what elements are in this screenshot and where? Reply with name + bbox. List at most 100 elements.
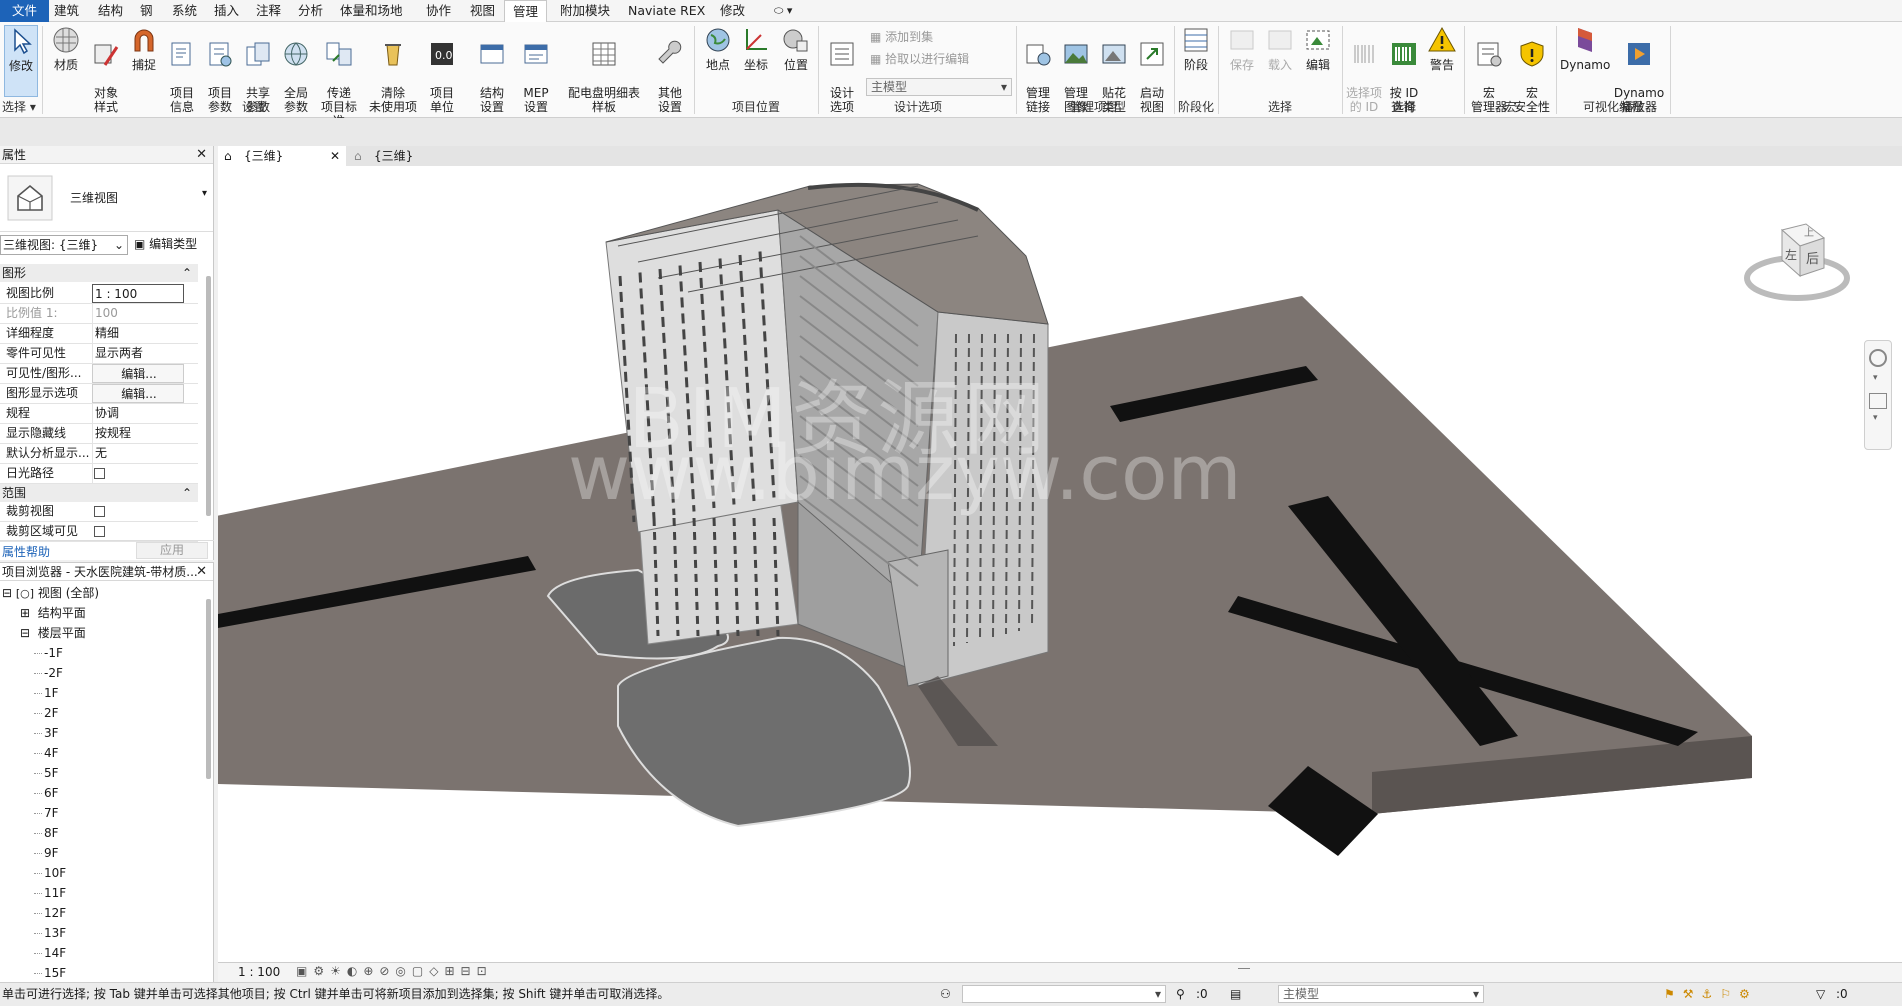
floor-plan-item[interactable]: 12F	[34, 903, 66, 923]
tab-options-dropdown-icon[interactable]: ⬭ ▾	[766, 0, 800, 22]
floor-plan-item[interactable]: 13F	[34, 923, 66, 943]
mep-settings-button[interactable]: MEP 设置	[518, 25, 554, 114]
floor-plan-item[interactable]: 5F	[34, 763, 59, 783]
add-to-set-button[interactable]: ▦ 添加到集	[870, 28, 933, 46]
view-control-icons[interactable]: ▣⚙☀◐⊕⊘◎▢◇⊞⊟⊡	[296, 964, 493, 978]
floor-plan-item[interactable]: -1F	[34, 643, 63, 663]
workset-combo[interactable]: ▾	[962, 985, 1166, 1003]
design-option-status-icon[interactable]: ▤	[1230, 983, 1241, 1005]
pick-to-edit-button[interactable]: ▦ 拾取以进行编辑	[870, 50, 969, 68]
view-tab-3d-active[interactable]: ⌂ {三维} ✕	[218, 146, 346, 166]
property-value[interactable]: 1 : 100	[92, 284, 184, 303]
property-value[interactable]: 按规程	[92, 424, 184, 443]
dynamo-button[interactable]: Dynamo	[1560, 25, 1610, 72]
structural-settings-button[interactable]: 结构 设置	[474, 25, 510, 114]
snaps-button[interactable]: 捕捉	[126, 25, 162, 72]
save-selection-button[interactable]: 保存	[1224, 25, 1260, 72]
property-value[interactable]: 编辑...	[92, 364, 184, 383]
filter-icon[interactable]: ▽	[1816, 983, 1825, 1005]
tab-architecture[interactable]: 建筑	[46, 0, 87, 22]
extent-checkbox[interactable]	[94, 526, 105, 537]
apply-button[interactable]: 应用	[136, 542, 208, 559]
browser-scrollbar[interactable]	[206, 599, 211, 779]
floor-plan-item[interactable]: 8F	[34, 823, 59, 843]
property-value[interactable]: 精细	[92, 324, 184, 343]
panel-schedule-templates-button[interactable]: 配电盘明细表 样板	[566, 25, 642, 114]
warnings-button[interactable]: 警告	[1424, 25, 1460, 72]
type-dropdown-icon[interactable]: ▾	[202, 188, 207, 199]
close-browser-icon[interactable]: ✕	[196, 563, 207, 581]
graphics-section-header[interactable]: 图形 ⌃	[0, 264, 198, 282]
property-value[interactable]: 100	[92, 304, 184, 323]
design-option-combo[interactable]: 主模型 ▾	[866, 78, 1012, 96]
edit-selection-button[interactable]: 编辑	[1300, 25, 1336, 72]
floor-plan-item[interactable]: 2F	[34, 703, 59, 723]
tab-file[interactable]: 文件	[0, 0, 50, 22]
selection-toggle-icons[interactable]: ⚑⚒⚓⚐⚙	[1664, 983, 1758, 1005]
tab-annotate[interactable]: 注释	[248, 0, 289, 22]
view-scale[interactable]: 1 : 100	[238, 965, 280, 979]
tree-root-views[interactable]: ⊟ [○] 视图 (全部)	[2, 583, 99, 603]
tab-modify[interactable]: 修改	[712, 0, 753, 22]
tab-view[interactable]: 视图	[462, 0, 503, 22]
property-value[interactable]	[92, 464, 184, 483]
tab-massing-site[interactable]: 体量和场地	[332, 0, 411, 22]
properties-scrollbar[interactable]	[206, 276, 211, 516]
edit-type-button[interactable]: ▣ 编辑类型	[134, 235, 197, 255]
tree-floor-plans[interactable]: ⊟ 楼层平面	[20, 623, 86, 643]
floor-plan-item[interactable]: 14F	[34, 943, 66, 963]
tab-analyze[interactable]: 分析	[290, 0, 331, 22]
viewcube[interactable]: 上 左 后	[1742, 220, 1852, 310]
tab-collaborate[interactable]: 协作	[418, 0, 459, 22]
editable-only-icon[interactable]: ⚲	[1176, 983, 1185, 1005]
close-properties-icon[interactable]: ✕	[196, 146, 207, 164]
property-value[interactable]: 显示两者	[92, 344, 184, 363]
load-selection-button[interactable]: 载入	[1262, 25, 1298, 72]
3d-viewport[interactable]: BIM资源网 www.bimzyw.com 上 左 后 ▾ ▾	[218, 166, 1902, 962]
materials-button[interactable]: 材质	[48, 25, 84, 72]
extent-checkbox[interactable]	[94, 506, 105, 517]
tab-addins[interactable]: 附加模块	[552, 0, 618, 22]
steering-wheel-icon[interactable]	[1869, 349, 1887, 367]
floor-plan-item[interactable]: 6F	[34, 783, 59, 803]
additional-settings-button[interactable]: 其他 设置	[652, 25, 688, 114]
tab-structure[interactable]: 结构	[90, 0, 131, 22]
globe-location-icon	[706, 28, 730, 52]
view-tab-3d-second[interactable]: ⌂ {三维}	[348, 146, 458, 166]
phases-button[interactable]: 阶段	[1178, 25, 1214, 72]
tab-naviate-rex[interactable]: Naviate REX	[620, 0, 713, 22]
floor-plan-item[interactable]: 3F	[34, 723, 59, 743]
modify-button[interactable]: 修改	[4, 25, 38, 97]
tab-manage[interactable]: 管理	[504, 0, 548, 23]
property-value[interactable]: 编辑...	[92, 384, 184, 403]
tab-steel[interactable]: 钢	[132, 0, 161, 22]
horizontal-scroll-handle[interactable]: ―	[1238, 961, 1250, 975]
workset-icon[interactable]: ⚇	[940, 983, 951, 1005]
floor-plan-item[interactable]: 1F	[34, 683, 59, 703]
floor-plan-item[interactable]: 11F	[34, 883, 66, 903]
property-value[interactable]: 无	[92, 444, 184, 463]
tab-systems[interactable]: 系统	[164, 0, 205, 22]
extents-section-header[interactable]: 范围 ⌃	[0, 484, 198, 502]
zoom-region-icon[interactable]	[1869, 393, 1887, 409]
coordinates-button[interactable]: 坐标	[738, 25, 774, 72]
wheel-dropdown-icon[interactable]: ▾	[1873, 373, 1878, 383]
position-button[interactable]: 位置	[778, 25, 814, 72]
property-value[interactable]: 协调	[92, 404, 184, 423]
select-dropdown[interactable]: 选择 ▾	[0, 98, 40, 116]
location-button[interactable]: 地点	[700, 25, 736, 72]
tab-insert[interactable]: 插入	[206, 0, 247, 22]
floor-plan-item[interactable]: -2F	[34, 663, 63, 683]
active-design-option-combo[interactable]: 主模型 ▾	[1278, 985, 1484, 1003]
floor-plan-item[interactable]: 7F	[34, 803, 59, 823]
floor-plan-item[interactable]: 15F	[34, 963, 66, 983]
zoom-dropdown-icon[interactable]: ▾	[1873, 413, 1878, 423]
tree-structural-plans[interactable]: ⊞ 结构平面	[20, 603, 86, 623]
floor-plan-item[interactable]: 10F	[34, 863, 66, 883]
type-selector[interactable]: 三维视图 ▾	[0, 164, 213, 232]
floor-plan-item[interactable]: 4F	[34, 743, 59, 763]
floor-plan-item[interactable]: 9F	[34, 843, 59, 863]
properties-help-link[interactable]: 属性帮助	[2, 543, 50, 560]
close-view-tab-icon[interactable]: ✕	[330, 146, 340, 166]
view-instance-dropdown[interactable]: 三维视图: {三维} ⌄	[0, 235, 128, 255]
